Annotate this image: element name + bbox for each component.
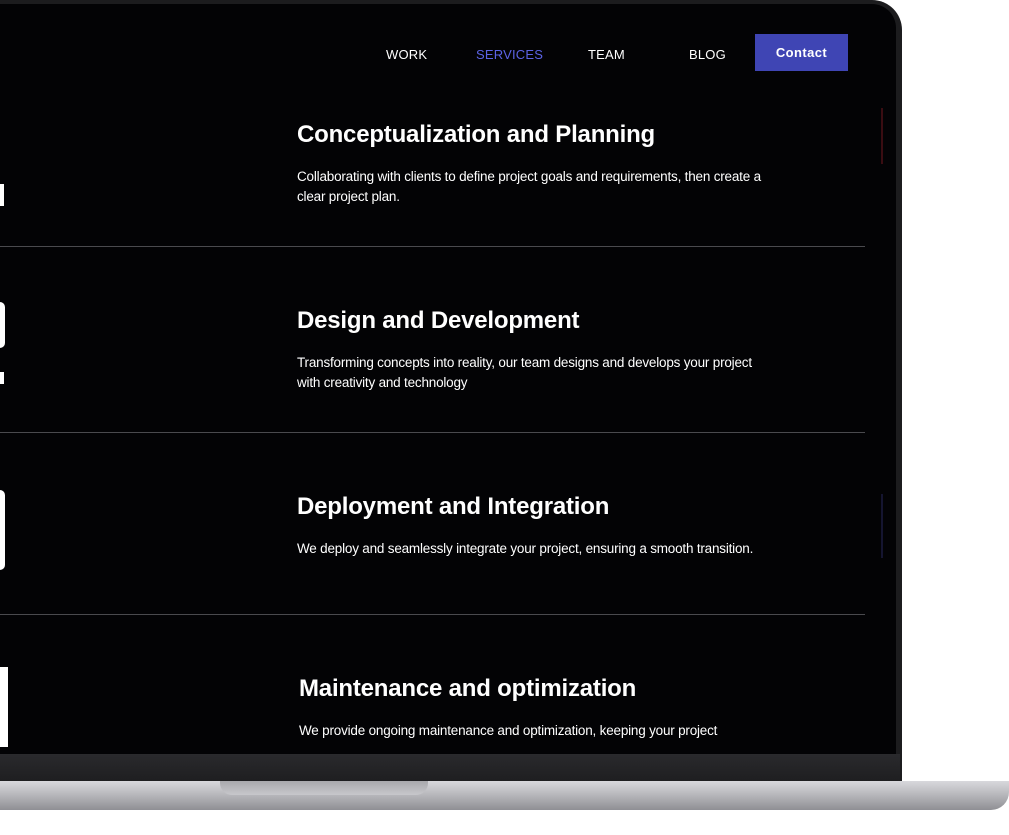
step-number-2-base [0,372,4,384]
screen-bezel [0,754,900,782]
edge-marker [881,108,883,164]
step-title: Conceptualization and Planning [297,121,656,148]
contact-button[interactable]: Contact [755,34,848,71]
divider [0,246,865,247]
step-description: Transforming concepts into reality, our … [297,355,752,390]
edge-marker [881,494,883,558]
laptop-notch [220,781,428,795]
step-number-2 [0,302,5,348]
step-title: Design and Development [297,307,580,334]
step-description: We deploy and seamlessly integrate your … [297,541,754,556]
divider [0,432,865,433]
step-description: Collaborating with clients to define pro… [297,169,761,204]
step-title: Maintenance and optimization [299,675,637,702]
step-number-1 [0,184,4,206]
screen: WORK SERVICES TEAM BLOG Contact Conceptu… [0,4,896,754]
nav-link-blog[interactable]: BLOG [689,47,726,62]
nav-link-work[interactable]: WORK [386,47,427,62]
nav-link-services[interactable]: SERVICES [476,47,543,62]
step-number-3 [0,490,5,570]
nav-link-team[interactable]: TEAM [588,47,625,62]
step-description: We provide ongoing maintenance and optim… [299,723,718,738]
divider [0,614,865,615]
laptop-base [0,781,1009,810]
step-title: Deployment and Integration [297,493,610,520]
step-number-4 [0,667,8,747]
